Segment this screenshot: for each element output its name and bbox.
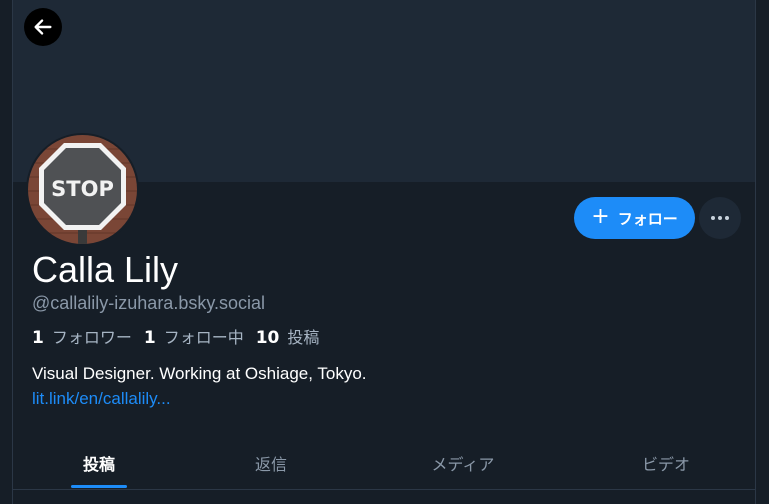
follow-button[interactable]: + フォロー <box>574 197 695 239</box>
avatar-stop-text: STOP <box>51 177 114 201</box>
follow-button-label: フォロー <box>617 209 678 228</box>
tab-media[interactable]: メディア <box>407 438 519 488</box>
avatar[interactable]: STOP <box>26 133 139 246</box>
tab-videos[interactable]: ビデオ <box>610 438 722 488</box>
followers-label[interactable]: フォロワー <box>52 324 132 348</box>
profile-link[interactable]: lit.link/en/callalily... <box>32 389 171 409</box>
following-label[interactable]: フォロー中 <box>164 324 244 348</box>
active-tab-indicator <box>71 485 127 488</box>
back-button[interactable] <box>24 8 62 46</box>
tab-label: 返信 <box>254 455 287 474</box>
profile-stats: 1 フォロワー 1 フォロー中 10 投稿 <box>32 324 331 348</box>
tab-label: ビデオ <box>641 455 690 474</box>
tab-replies[interactable]: 返信 <box>215 438 327 488</box>
more-options-button[interactable] <box>699 197 741 239</box>
posts-label: 投稿 <box>287 328 320 347</box>
arrow-left-icon <box>34 19 52 35</box>
tab-label: 投稿 <box>82 455 115 474</box>
following-count[interactable]: 1 <box>144 328 156 348</box>
ellipsis-icon <box>711 216 729 220</box>
plus-icon: + <box>591 204 610 229</box>
handle: @callalily-izuhara.bsky.social <box>32 293 266 313</box>
display-name: Calla Lily <box>32 249 179 290</box>
posts-count: 10 <box>255 328 280 348</box>
tab-label: メディア <box>431 455 495 474</box>
profile-tabs: 投稿 返信 メディア ビデオ <box>13 438 755 490</box>
followers-count[interactable]: 1 <box>32 328 44 348</box>
bio: Visual Designer. Working at Oshiage, Tok… <box>32 364 367 383</box>
stop-sign-avatar-image: STOP <box>28 135 137 244</box>
tab-posts[interactable]: 投稿 <box>43 438 155 488</box>
